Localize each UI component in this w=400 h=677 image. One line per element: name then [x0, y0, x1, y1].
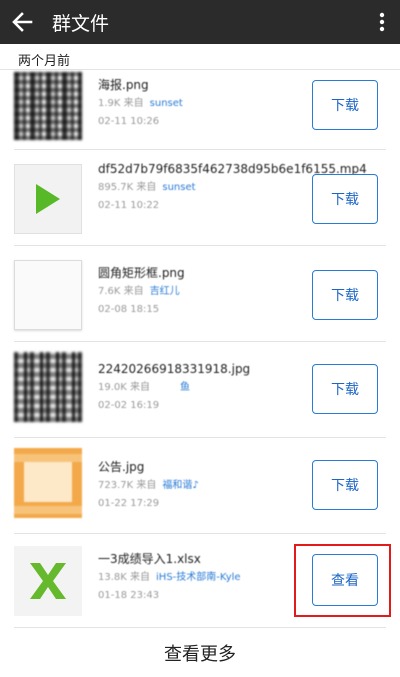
- download-button[interactable]: 下载: [312, 174, 378, 224]
- file-meta: 1.9K 来自 sunset: [98, 98, 183, 109]
- download-button[interactable]: 下载: [312, 364, 378, 414]
- orange-image: [14, 448, 82, 518]
- section-label: 两个月前: [18, 54, 71, 69]
- file-date: 02-11 10:22: [98, 200, 160, 211]
- file-row[interactable]: df52d7b79f6835f462738d95b6e1f6155.mp4 89…: [0, 150, 400, 246]
- top-bar: 群文件: [0, 0, 400, 44]
- view-more-button[interactable]: 查看更多: [0, 628, 400, 677]
- qr-image: [14, 72, 82, 140]
- more-vertical-icon[interactable]: [364, 0, 400, 44]
- qr-image: [14, 352, 82, 422]
- file-name: 22420266918331918.jpg: [98, 362, 251, 376]
- download-button[interactable]: 下载: [312, 270, 378, 320]
- download-button[interactable]: 下载: [312, 460, 378, 510]
- video-play-icon: [14, 164, 82, 234]
- file-date: 02-08 18:15: [98, 304, 160, 315]
- download-button[interactable]: 下载: [312, 80, 378, 130]
- section-header: 两个月前: [0, 44, 400, 70]
- file-row[interactable]: 圆角矩形框.png 7.6K 来自 吉红儿 02-08 18:15 下载: [0, 246, 400, 342]
- file-name: 一3成绩导入1.xlsx: [98, 552, 201, 566]
- file-name: 公告.jpg: [98, 460, 145, 474]
- file-meta: 13.8K 来自 iHS-技术部南-Kyle: [98, 572, 241, 583]
- highlight-box: [294, 544, 391, 617]
- file-meta: 7.6K 来自 吉红儿: [98, 286, 180, 297]
- file-name: 圆角矩形框.png: [98, 266, 185, 280]
- view-more-label: 查看更多: [164, 643, 236, 665]
- file-row[interactable]: 22420266918331918.jpg 19.0K 来自鱼 02-02 16…: [0, 342, 400, 438]
- file-meta: 19.0K 来自鱼: [98, 382, 191, 393]
- blank-image: [14, 260, 82, 330]
- excel-icon: [14, 546, 82, 616]
- file-date: 01-22 17:29: [98, 498, 160, 509]
- page-title: 群文件: [52, 12, 110, 35]
- file-meta: 895.7K 来自 sunset: [98, 182, 196, 193]
- file-name: df52d7b79f6835f462738d95b6e1f6155.mp4: [98, 162, 367, 176]
- file-name: 海报.png: [98, 78, 149, 92]
- file-date: 02-02 16:19: [98, 400, 160, 411]
- file-meta: 723.7K 来自 福和谐♪: [98, 480, 199, 491]
- file-row[interactable]: 公告.jpg 723.7K 来自 福和谐♪ 01-22 17:29 下载: [0, 438, 400, 534]
- file-row[interactable]: 海报.png 1.9K 来自 sunset 02-11 10:26 下载: [0, 70, 400, 150]
- file-date: 01-18 23:43: [98, 590, 160, 601]
- back-arrow-icon[interactable]: [0, 0, 44, 44]
- file-date: 02-11 10:26: [98, 116, 160, 127]
